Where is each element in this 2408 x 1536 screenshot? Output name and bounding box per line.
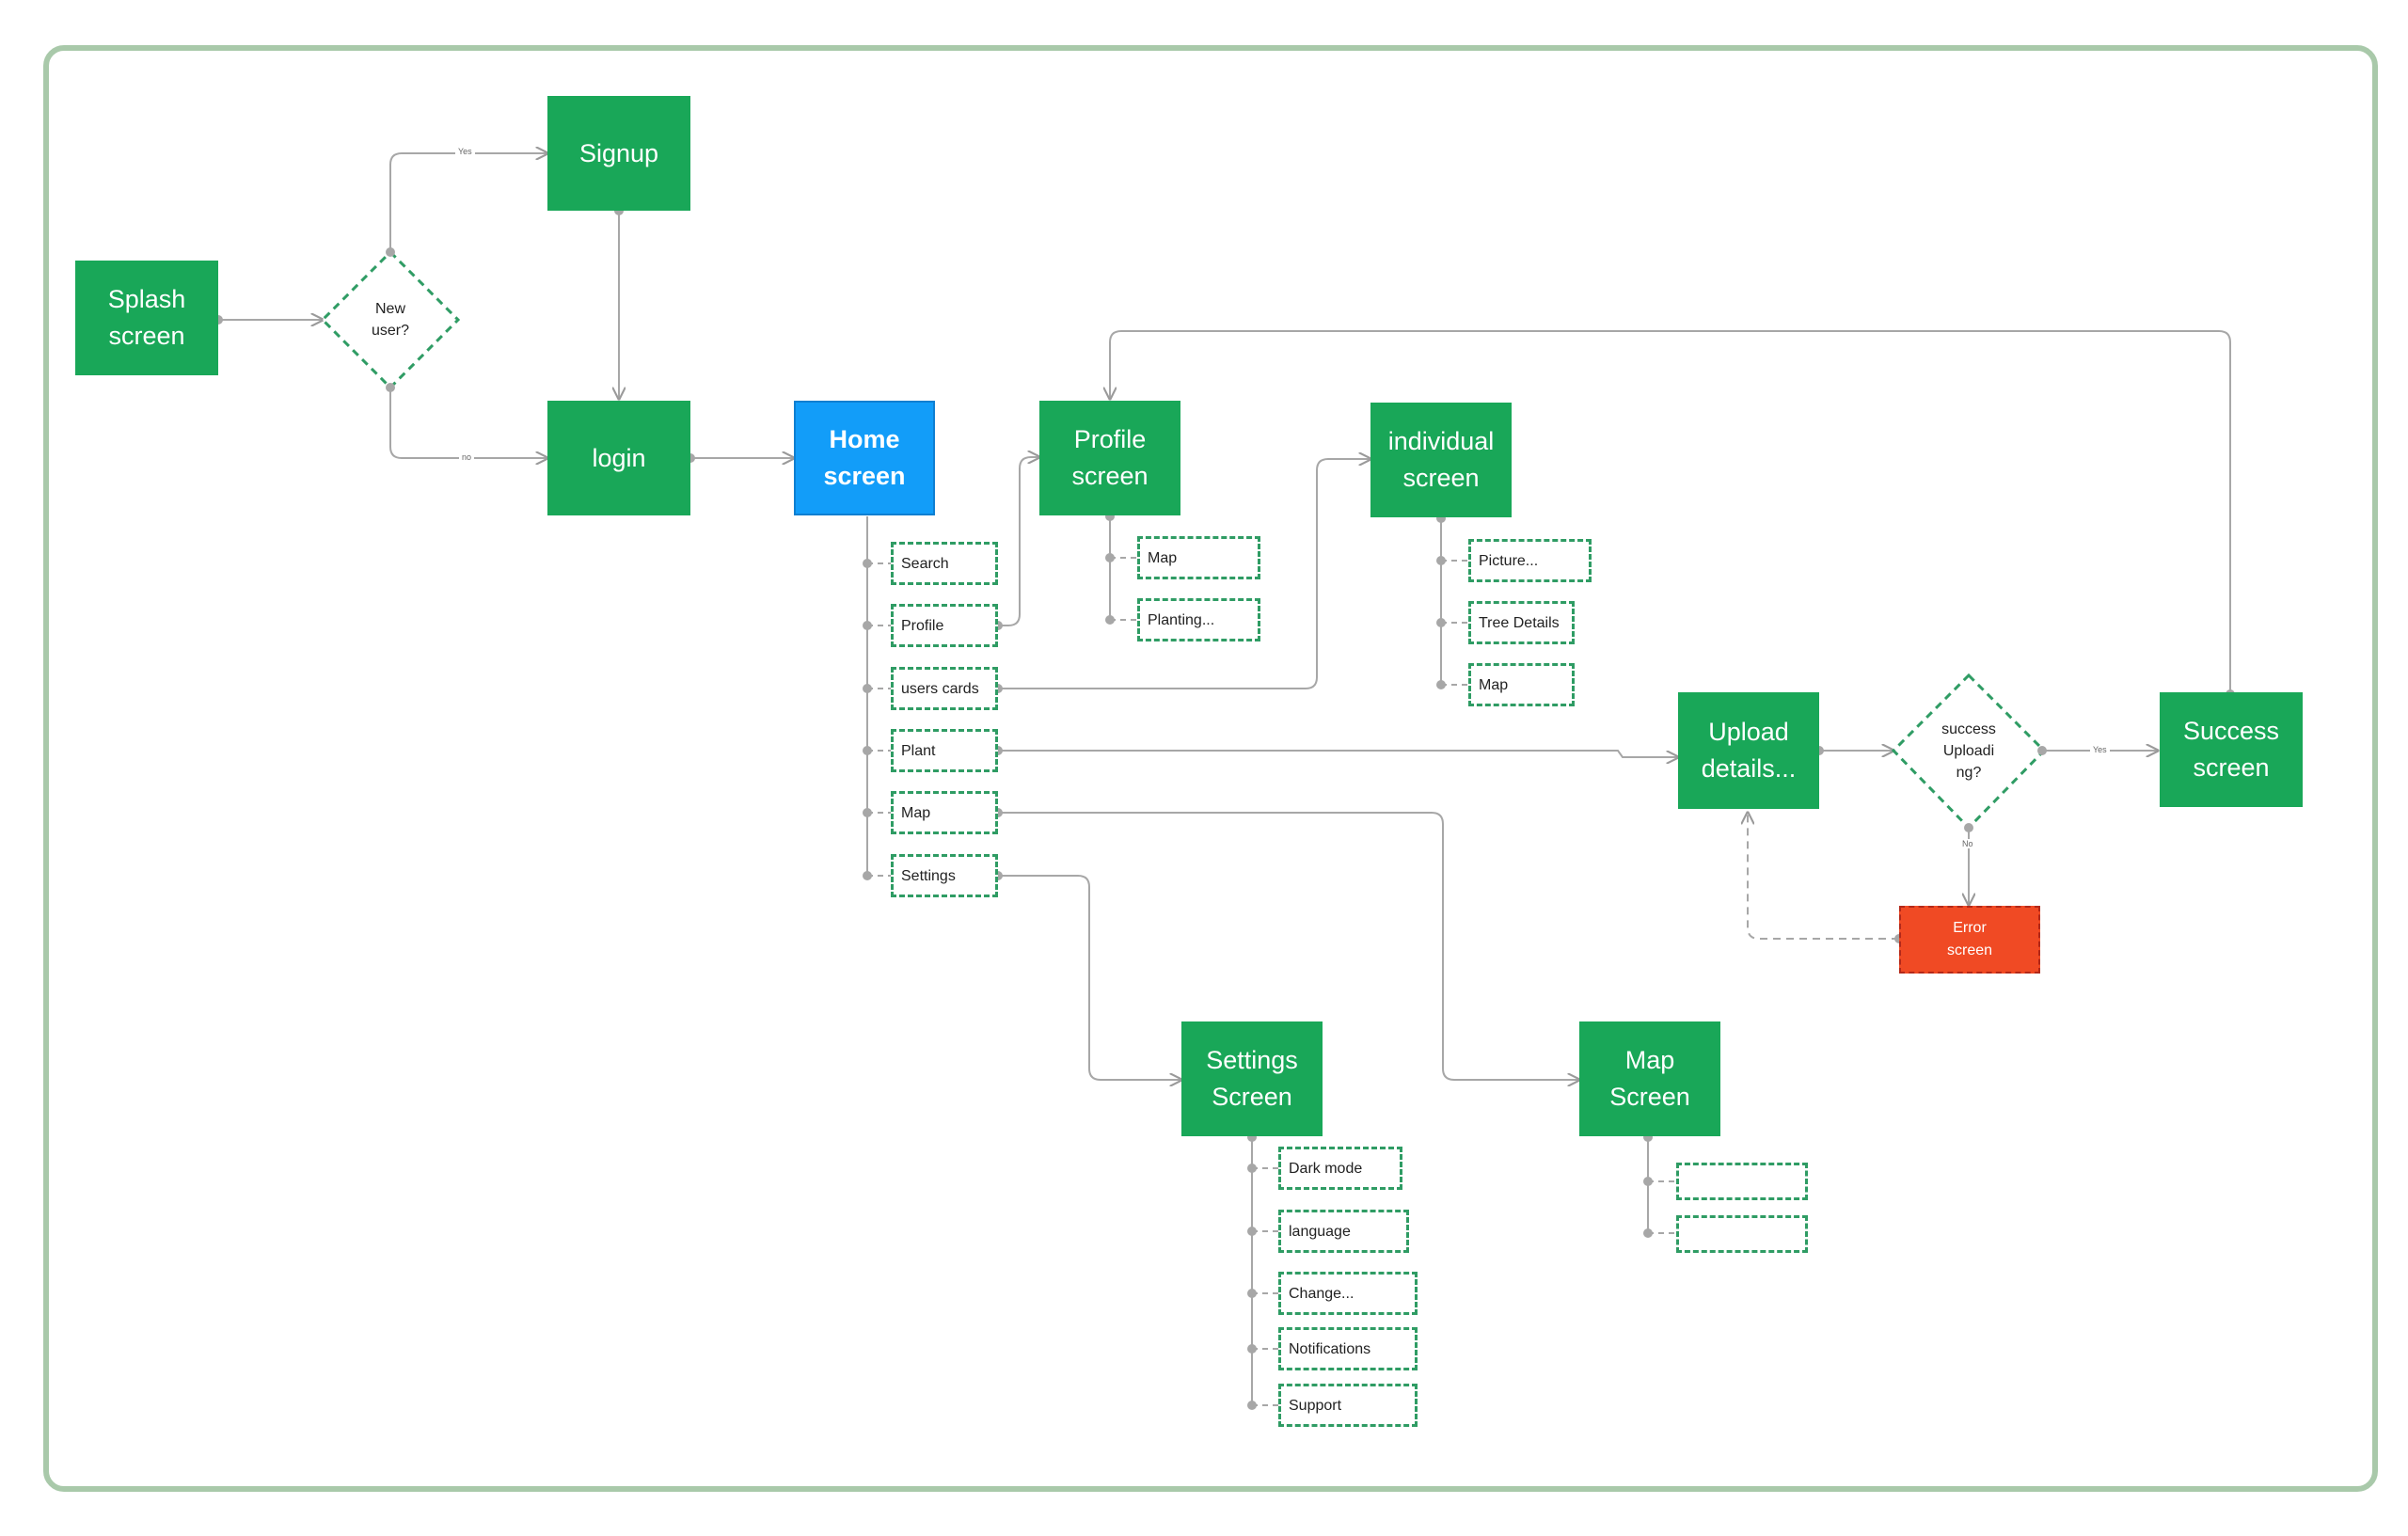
map-item-empty[interactable] [1676, 1163, 1808, 1200]
individual-item-picture[interactable]: Picture... [1468, 539, 1592, 582]
success-screen-node[interactable]: Success screen [2160, 692, 2303, 807]
splash-screen-node[interactable]: Splash screen [75, 261, 218, 375]
individual-item-tree-details[interactable]: Tree Details [1468, 601, 1575, 644]
edge-settings-item-to-settings-screen [998, 875, 1181, 1080]
connector-layer [214, 0, 2235, 1410]
home-item-profile[interactable]: Profile [891, 604, 998, 647]
profile-item-map[interactable]: Map [1137, 536, 1260, 579]
edge-label-yes: Yes [2090, 745, 2110, 754]
settings-screen-node[interactable]: Settings Screen [1181, 1021, 1323, 1136]
settings-item-notifications[interactable]: Notifications [1278, 1327, 1418, 1370]
home-item-users-cards[interactable]: users cards [891, 667, 998, 710]
edge-success-to-profile [1110, 330, 2231, 694]
settings-item-support[interactable]: Support [1278, 1384, 1418, 1427]
home-item-plant[interactable]: Plant [891, 729, 998, 772]
home-screen-node[interactable]: Home screen [794, 401, 935, 515]
map-screen-node[interactable]: Map Screen [1579, 1021, 1720, 1136]
edge-profile-item-to-profile [998, 457, 1039, 626]
edge-label-no: No [1959, 839, 1976, 848]
decision-new-user-label: New user? [371, 301, 410, 339]
error-screen-node[interactable]: Error screen [1899, 906, 2040, 974]
settings-item-language[interactable]: language [1278, 1210, 1409, 1253]
edge-decision-to-signup [389, 153, 547, 252]
home-item-settings[interactable]: Settings [891, 854, 998, 897]
settings-item-change[interactable]: Change... [1278, 1272, 1418, 1315]
home-item-map[interactable]: Map [891, 791, 998, 834]
profile-screen-node[interactable]: Profile screen [1039, 401, 1180, 515]
edge-decision-to-login [389, 388, 547, 458]
edge-label-no: no [459, 452, 475, 462]
signup-node[interactable]: Signup [547, 96, 690, 211]
decision-success-uploading-label: success Uploadi ng? [1941, 720, 1996, 781]
home-item-search[interactable]: Search [891, 542, 998, 585]
profile-item-planting[interactable]: Planting... [1137, 598, 1260, 641]
login-node[interactable]: login [547, 401, 690, 515]
edge-label-yes: Yes [455, 147, 475, 156]
individual-screen-node[interactable]: individual screen [1370, 403, 1512, 517]
settings-item-dark-mode[interactable]: Dark mode [1278, 1147, 1402, 1190]
upload-details-node[interactable]: Upload details... [1678, 692, 1819, 809]
map-item-empty[interactable] [1676, 1215, 1808, 1253]
edge-error-to-upload [1748, 813, 1899, 940]
individual-item-map[interactable]: Map [1468, 663, 1575, 706]
edge-plant-to-upload [998, 750, 1678, 757]
